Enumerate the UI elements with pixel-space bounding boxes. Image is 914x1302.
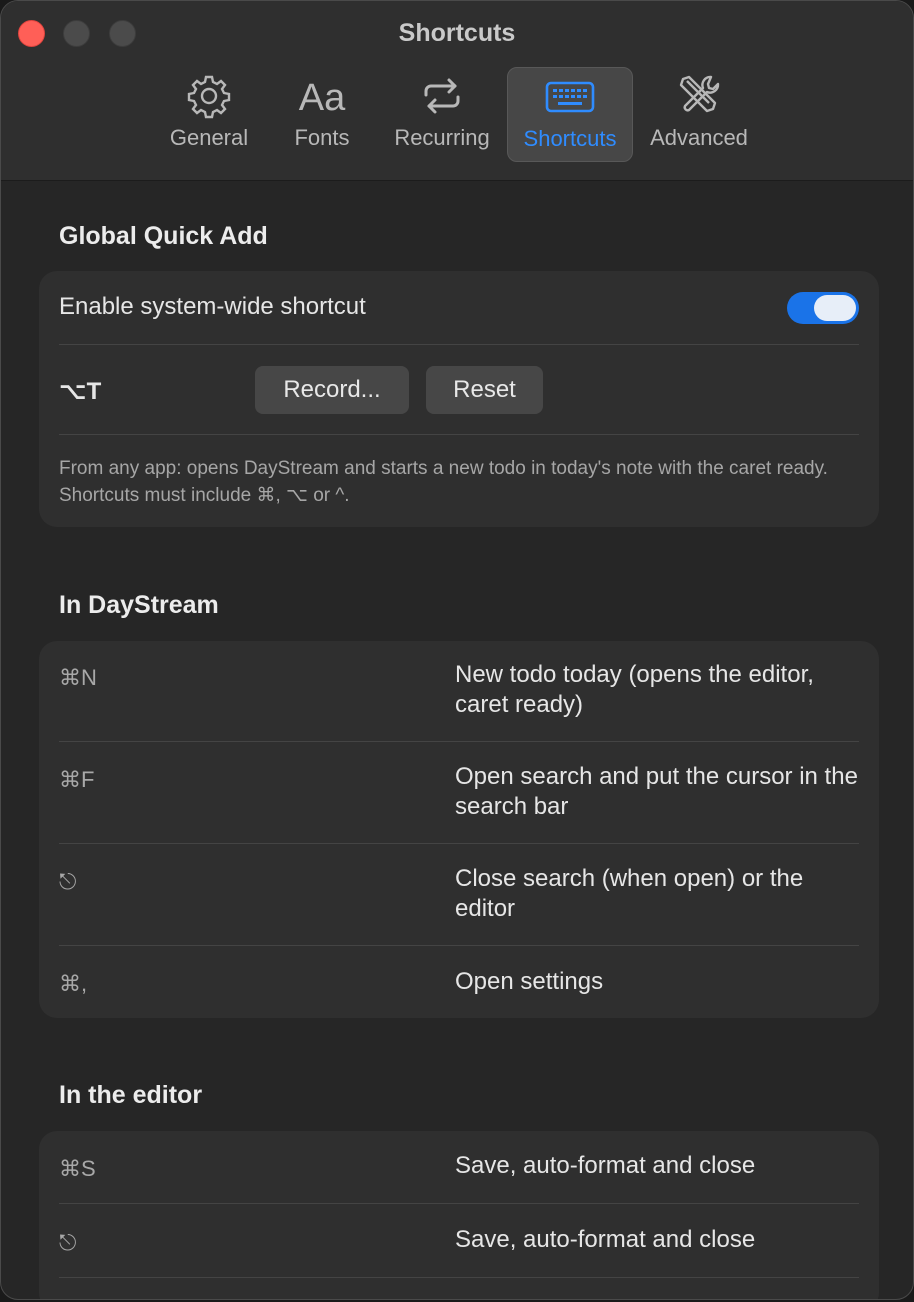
tab-fonts[interactable]: Aa Fonts xyxy=(283,67,361,162)
divider xyxy=(59,945,859,946)
shortcut-description: New todo today (opens the editor, caret … xyxy=(455,661,814,718)
section-title-global-quick-add: Global Quick Add xyxy=(59,222,268,250)
shortcuts-pane: Global Quick Add Enable system-wide shor… xyxy=(1,181,913,1299)
divider xyxy=(59,741,859,742)
fonts-icon: Aa xyxy=(298,77,346,119)
tab-advanced-label: Advanced xyxy=(650,125,748,150)
shortcut-key: ⌘N xyxy=(59,665,97,690)
shortcut-key: ⌘, xyxy=(59,971,88,996)
shortcut-description: Open search and put the cursor in the se… xyxy=(455,763,858,820)
tab-fonts-label: Fonts xyxy=(294,125,350,150)
divider xyxy=(59,1203,859,1204)
current-shortcut: ⌥T xyxy=(59,378,102,405)
section-title-in-daystream: In DayStream xyxy=(59,591,219,619)
reset-button[interactable]: Reset xyxy=(426,366,543,414)
repeat-icon xyxy=(387,73,497,123)
tab-recurring[interactable]: Recurring xyxy=(387,67,497,162)
enable-shortcut-toggle[interactable] xyxy=(787,292,859,324)
in-daystream-card: ⌘N New todo today (opens the editor, car… xyxy=(39,641,879,1018)
escape-icon: ⎋ xyxy=(59,1230,77,1255)
toggle-knob xyxy=(814,295,856,321)
gear-icon xyxy=(161,73,257,123)
section-title-in-the-editor: In the editor xyxy=(59,1081,203,1109)
escape-icon: ⎋ xyxy=(59,869,77,894)
tab-general[interactable]: General xyxy=(161,67,257,162)
shortcut-description: Open settings xyxy=(455,968,604,995)
global-quick-add-card: Enable system-wide shortcut ⌥T Record...… xyxy=(39,271,879,527)
window-title: Shortcuts xyxy=(398,19,516,47)
shortcut-key: ⌘S xyxy=(59,1156,96,1181)
record-button[interactable]: Record... xyxy=(255,366,409,414)
shortcut-description: Close search (when open) or the editor xyxy=(455,865,804,922)
divider xyxy=(59,1277,859,1278)
enable-shortcut-label: Enable system-wide shortcut xyxy=(59,293,366,320)
tab-recurring-label: Recurring xyxy=(394,125,490,150)
divider xyxy=(59,843,859,844)
shortcut-description: Save, auto-format and close xyxy=(455,1152,756,1179)
tab-general-label: General xyxy=(169,125,249,150)
toolbar: Shortcuts General Aa Fonts Recurring Sho… xyxy=(1,1,913,181)
tab-shortcuts[interactable]: Shortcuts xyxy=(507,67,633,162)
tab-shortcuts-label: Shortcuts xyxy=(523,126,617,151)
in-editor-card: ⌘S Save, auto-format and close ⎋ Save, a… xyxy=(39,1131,879,1299)
settings-window: Shortcuts General Aa Fonts Recurring Sho… xyxy=(0,0,914,1300)
shortcut-key: ⌘F xyxy=(59,767,95,792)
shortcut-description: Save, auto-format and close xyxy=(455,1226,756,1253)
divider xyxy=(59,344,859,345)
keyboard-icon xyxy=(508,74,632,124)
divider xyxy=(59,434,859,435)
tools-icon xyxy=(643,73,755,123)
tab-advanced[interactable]: Advanced xyxy=(643,67,755,162)
global-quick-add-note: From any app: opens DayStream and starts… xyxy=(59,458,828,506)
